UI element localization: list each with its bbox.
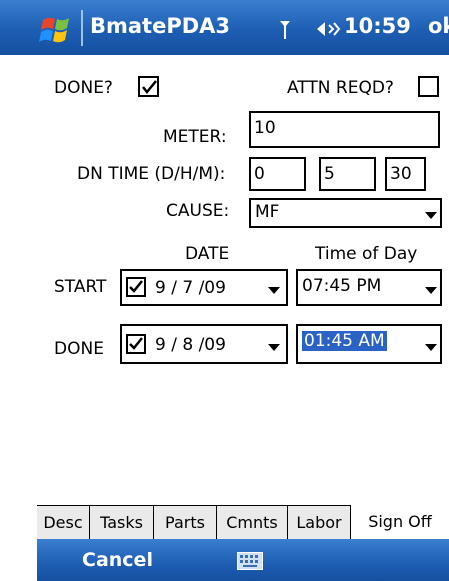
dn-hours-input[interactable]: 5 [319, 157, 376, 191]
tab-cmnts[interactable]: Cmnts [217, 506, 288, 540]
keyboard-icon[interactable] [237, 552, 263, 570]
tab-bar: Desc Tasks Parts Cmnts Labor Sign Off [37, 505, 449, 540]
app-title: BmatePDA3 [90, 14, 231, 38]
chevron-down-icon [425, 287, 437, 294]
dn-days-input[interactable]: 0 [249, 157, 306, 191]
cause-dropdown[interactable]: MF [249, 198, 442, 228]
tab-sign-off[interactable]: Sign Off [351, 505, 449, 540]
tab-desc[interactable]: Desc [37, 506, 90, 540]
start-date-picker[interactable]: 9 / 7 /09 [120, 269, 288, 306]
signal-icon[interactable] [278, 17, 292, 41]
done-label: DONE? [54, 78, 113, 98]
title-bar: BmatePDA3 10:59 ok [0, 0, 449, 55]
meter-input[interactable]: 10 [249, 111, 440, 148]
cancel-button[interactable]: Cancel [82, 549, 153, 571]
start-date-checkbox[interactable] [126, 277, 146, 297]
time-header: Time of Day [315, 244, 418, 264]
start-label: START [54, 277, 107, 297]
chevron-down-icon [268, 287, 280, 294]
done-date-picker[interactable]: 9 / 8 /09 [120, 324, 288, 364]
start-time-value: 07:45 PM [302, 276, 382, 296]
tab-tasks[interactable]: Tasks [90, 506, 154, 540]
done-checkbox[interactable] [138, 76, 159, 97]
date-header: DATE [185, 244, 230, 264]
start-time-picker[interactable]: 07:45 PM [296, 269, 442, 306]
attn-label: ATTN REQD? [287, 78, 394, 98]
done-date-checkbox[interactable] [126, 334, 146, 354]
done-time-picker[interactable]: 01:45 AM [296, 324, 442, 364]
chevron-down-icon [425, 212, 437, 219]
soft-key-bar: Cancel [37, 539, 449, 581]
dn-minutes-input[interactable]: 30 [385, 157, 426, 191]
clock[interactable]: 10:59 [344, 14, 411, 38]
done-row-label: DONE [54, 339, 104, 359]
volume-icon[interactable] [315, 17, 341, 41]
cause-value: MF [255, 202, 280, 222]
done-date-value: 9 / 8 /09 [155, 335, 226, 355]
dn-time-label: DN TIME (D/H/M): [77, 164, 226, 184]
ok-button[interactable]: ok [428, 14, 449, 38]
cause-label: CAUSE: [166, 201, 230, 221]
chevron-down-icon [425, 344, 437, 351]
meter-label: METER: [163, 127, 227, 147]
chevron-down-icon [268, 344, 280, 351]
attn-checkbox[interactable] [418, 76, 439, 97]
tab-labor[interactable]: Labor [288, 506, 351, 540]
windows-start-icon[interactable] [37, 12, 81, 48]
tab-parts[interactable]: Parts [154, 506, 217, 540]
start-date-value: 9 / 7 /09 [155, 278, 226, 298]
done-time-value: 01:45 AM [302, 331, 387, 351]
title-separator [81, 10, 83, 46]
